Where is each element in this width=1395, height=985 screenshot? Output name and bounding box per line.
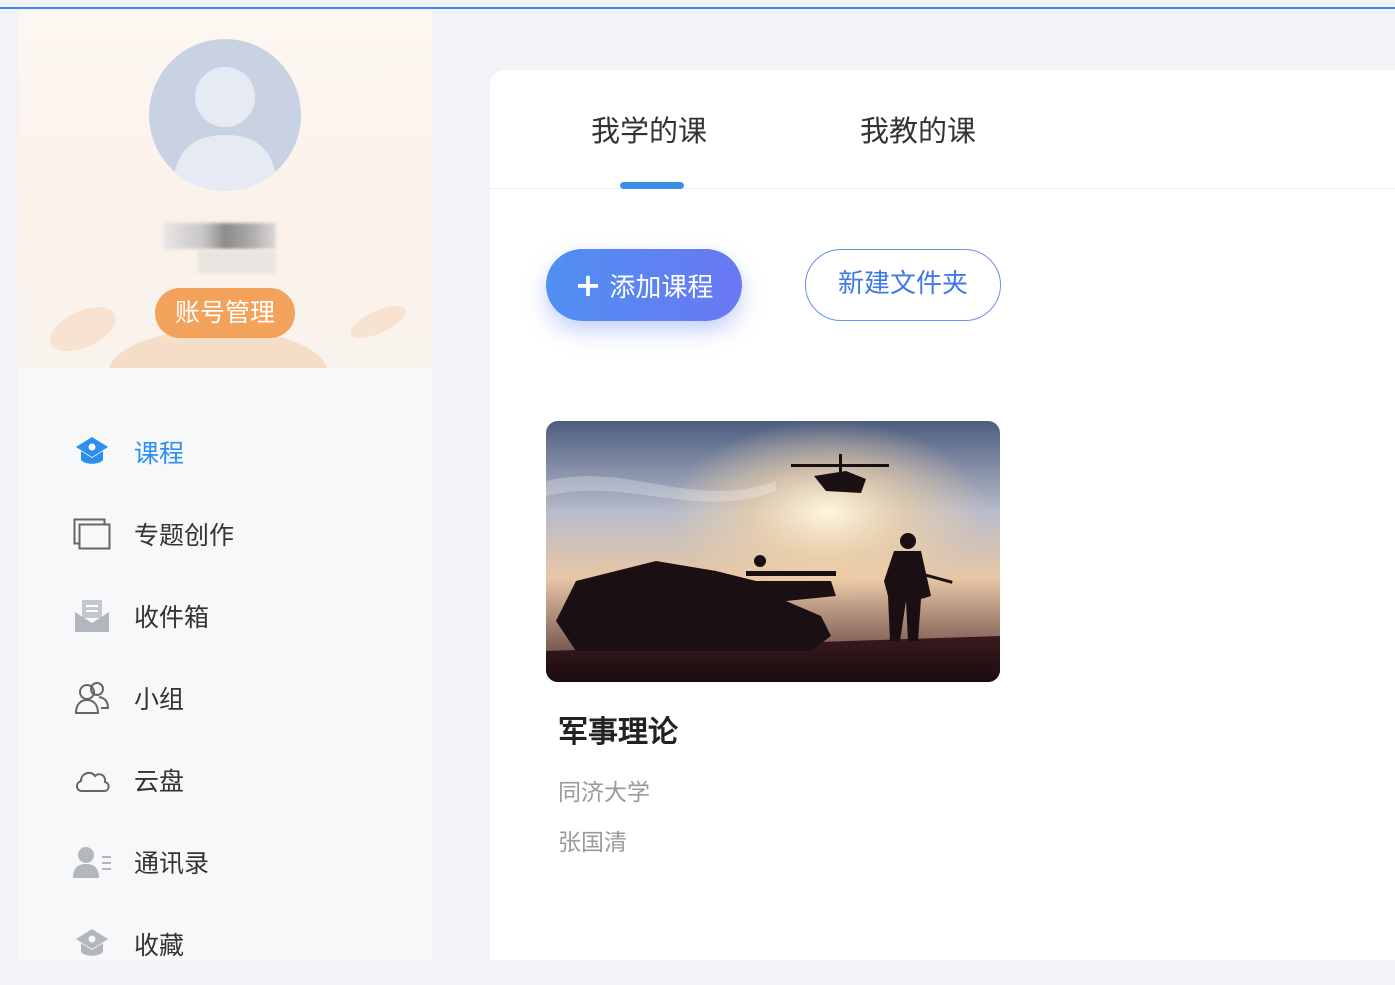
course-school: 同济大学 bbox=[558, 780, 650, 806]
course-icon bbox=[72, 432, 112, 472]
course-title: 军事理论 bbox=[558, 715, 678, 750]
top-bar bbox=[0, 0, 1395, 9]
topic-icon bbox=[72, 514, 112, 554]
sidebar-item-topic[interactable]: 专题创作 bbox=[18, 493, 432, 575]
sidebar-item-label: 小组 bbox=[134, 685, 185, 714]
profile-panel: 账号管理 bbox=[18, 11, 432, 368]
sidebar-item-label: 课程 bbox=[134, 439, 185, 468]
plus-icon: + bbox=[574, 266, 602, 304]
sidebar-item-cloud[interactable]: 云盘 bbox=[18, 739, 432, 821]
decor-shape bbox=[346, 299, 410, 345]
sidebar-item-label: 收件箱 bbox=[134, 603, 210, 632]
main-panel: 我学的课 我教的课 + 添加课程 新建文件夹 军事理论 同济大学 张国清 bbox=[490, 70, 1395, 960]
favorite-icon bbox=[72, 924, 112, 964]
add-course-button[interactable]: + 添加课程 bbox=[546, 249, 742, 321]
active-tab-indicator bbox=[620, 182, 684, 189]
decor-shape bbox=[43, 297, 123, 361]
sidebar-item-label: 专题创作 bbox=[134, 521, 235, 550]
user-icon bbox=[173, 67, 277, 191]
sidebar-item-favorite[interactable]: 收藏 bbox=[18, 903, 432, 985]
course-tabs: 我学的课 我教的课 bbox=[490, 70, 1395, 189]
course-card[interactable]: 军事理论 同济大学 张国清 bbox=[546, 421, 1000, 856]
sidebar-nav: 课程 专题创作 收件箱 小组 云盘 通讯录 收藏 bbox=[18, 411, 432, 985]
tab-my-teaching[interactable]: 我教的课 bbox=[860, 108, 976, 150]
user-name-blurred bbox=[198, 251, 276, 273]
cloud-icon bbox=[72, 760, 112, 800]
new-folder-button[interactable]: 新建文件夹 bbox=[805, 249, 1001, 321]
group-icon bbox=[72, 678, 112, 718]
sidebar-item-group[interactable]: 小组 bbox=[18, 657, 432, 739]
sidebar-item-inbox[interactable]: 收件箱 bbox=[18, 575, 432, 657]
add-course-label: 添加课程 bbox=[609, 272, 714, 303]
inbox-icon bbox=[72, 596, 112, 636]
sidebar-item-course[interactable]: 课程 bbox=[18, 411, 432, 493]
account-management-button[interactable]: 账号管理 bbox=[155, 288, 295, 338]
contacts-icon bbox=[72, 842, 112, 882]
course-cover-image bbox=[546, 421, 1000, 682]
sidebar-item-label: 通讯录 bbox=[134, 849, 210, 878]
tab-my-learning[interactable]: 我学的课 bbox=[591, 108, 707, 150]
course-teacher: 张国清 bbox=[558, 830, 627, 856]
user-name-blurred bbox=[163, 223, 276, 249]
avatar[interactable] bbox=[149, 39, 301, 191]
sidebar: 账号管理 课程 专题创作 收件箱 小组 云盘 通讯录 收藏 bbox=[18, 11, 432, 960]
sidebar-item-contacts[interactable]: 通讯录 bbox=[18, 821, 432, 903]
sidebar-item-label: 云盘 bbox=[134, 767, 185, 796]
sidebar-item-label: 收藏 bbox=[134, 931, 185, 960]
